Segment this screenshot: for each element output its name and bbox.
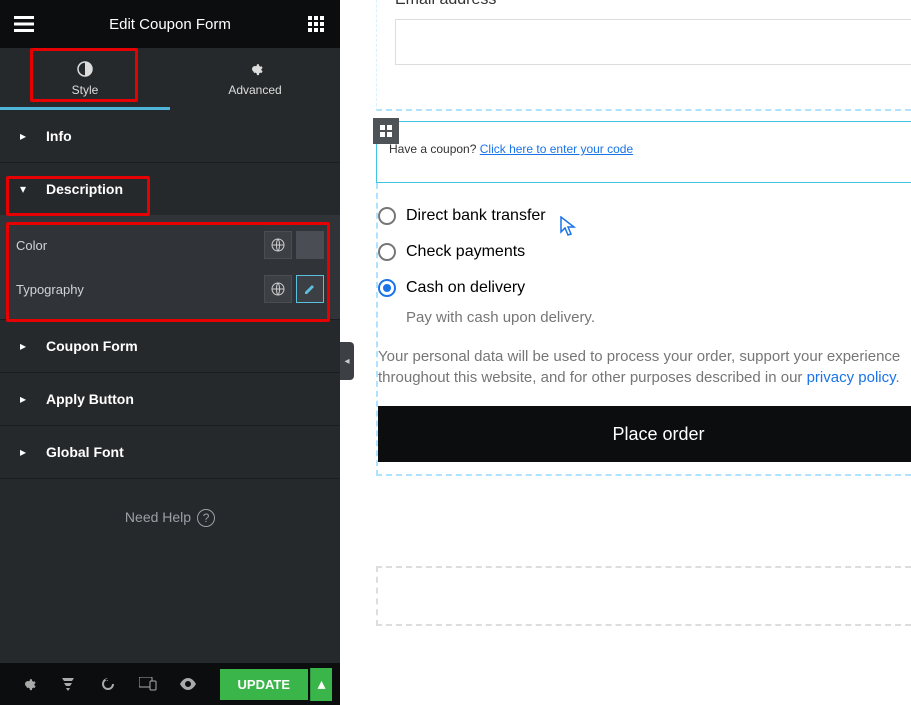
- section-info[interactable]: ▸ Info: [0, 110, 340, 162]
- color-label: Color: [16, 238, 47, 253]
- typography-edit-button[interactable]: [296, 275, 324, 303]
- radio-icon: [378, 207, 396, 225]
- history-icon[interactable]: [88, 663, 128, 705]
- section-coupon-form[interactable]: ▸ Coupon Form: [0, 320, 340, 372]
- editor-sidebar: Edit Coupon Form Style Advanced: [0, 0, 340, 705]
- place-order-button[interactable]: Place order: [378, 406, 911, 462]
- hamburger-icon[interactable]: [12, 12, 36, 36]
- cod-hint: Pay with cash upon delivery.: [406, 309, 911, 326]
- color-swatch[interactable]: [296, 231, 324, 259]
- sections-panel: ▸ Info ▾ Description Color: [0, 110, 340, 663]
- tab-style[interactable]: Style: [0, 48, 170, 110]
- update-button[interactable]: UPDATE: [220, 669, 308, 700]
- radio-icon: [378, 243, 396, 261]
- payment-check[interactable]: Check payments: [378, 243, 911, 261]
- section-global-font[interactable]: ▸ Global Font: [0, 426, 340, 478]
- caret-right-icon: ▸: [20, 445, 34, 459]
- email-label: Email address *: [395, 0, 911, 9]
- section-description[interactable]: ▾ Description: [0, 163, 340, 215]
- caret-down-icon: ▾: [20, 182, 34, 196]
- coupon-toggle-link[interactable]: Click here to enter your code: [480, 142, 633, 156]
- tab-advanced[interactable]: Advanced: [170, 48, 340, 110]
- responsive-icon[interactable]: [128, 663, 168, 705]
- sidebar-footer: UPDATE ▴: [0, 663, 340, 705]
- active-tab-indicator: [0, 107, 170, 110]
- sidebar-header: Edit Coupon Form: [0, 0, 340, 48]
- privacy-link[interactable]: privacy policy: [807, 369, 896, 386]
- privacy-text: Your personal data will be used to proce…: [378, 346, 911, 388]
- need-help[interactable]: Need Help?: [0, 479, 340, 527]
- email-section: Email address *: [376, 0, 911, 111]
- caret-right-icon: ▸: [20, 339, 34, 353]
- preview-pane: Email address * + Have a coupon? Click h…: [340, 0, 911, 705]
- help-icon: ?: [197, 509, 215, 527]
- widget-drag-handle[interactable]: [373, 118, 399, 144]
- coupon-widget: Have a coupon? Click here to enter your …: [376, 121, 911, 183]
- update-dropdown[interactable]: ▴: [310, 668, 332, 701]
- panel-title: Edit Coupon Form: [109, 16, 231, 33]
- empty-section-placeholder[interactable]: [376, 566, 911, 626]
- typography-label: Typography: [16, 282, 84, 297]
- section-apply-button[interactable]: ▸ Apply Button: [0, 373, 340, 425]
- typography-global-button[interactable]: [264, 275, 292, 303]
- caret-right-icon: ▸: [20, 392, 34, 406]
- preview-icon[interactable]: [168, 663, 208, 705]
- radio-icon: [378, 279, 396, 297]
- payment-methods: Direct bank transfer Check payments Cash…: [378, 183, 911, 462]
- email-field[interactable]: [395, 19, 911, 65]
- tabs: Style Advanced: [0, 48, 340, 110]
- payment-cod[interactable]: Cash on delivery: [378, 279, 911, 297]
- collapse-sidebar-handle[interactable]: ◂: [340, 342, 354, 380]
- color-global-button[interactable]: [264, 231, 292, 259]
- apps-icon[interactable]: [304, 12, 328, 36]
- contrast-icon: [77, 61, 93, 79]
- description-body: Color Typography: [0, 215, 340, 319]
- navigator-icon[interactable]: [48, 663, 88, 705]
- caret-right-icon: ▸: [20, 129, 34, 143]
- settings-icon[interactable]: [8, 663, 48, 705]
- gear-icon: [247, 61, 263, 79]
- payment-bank[interactable]: Direct bank transfer: [378, 207, 911, 225]
